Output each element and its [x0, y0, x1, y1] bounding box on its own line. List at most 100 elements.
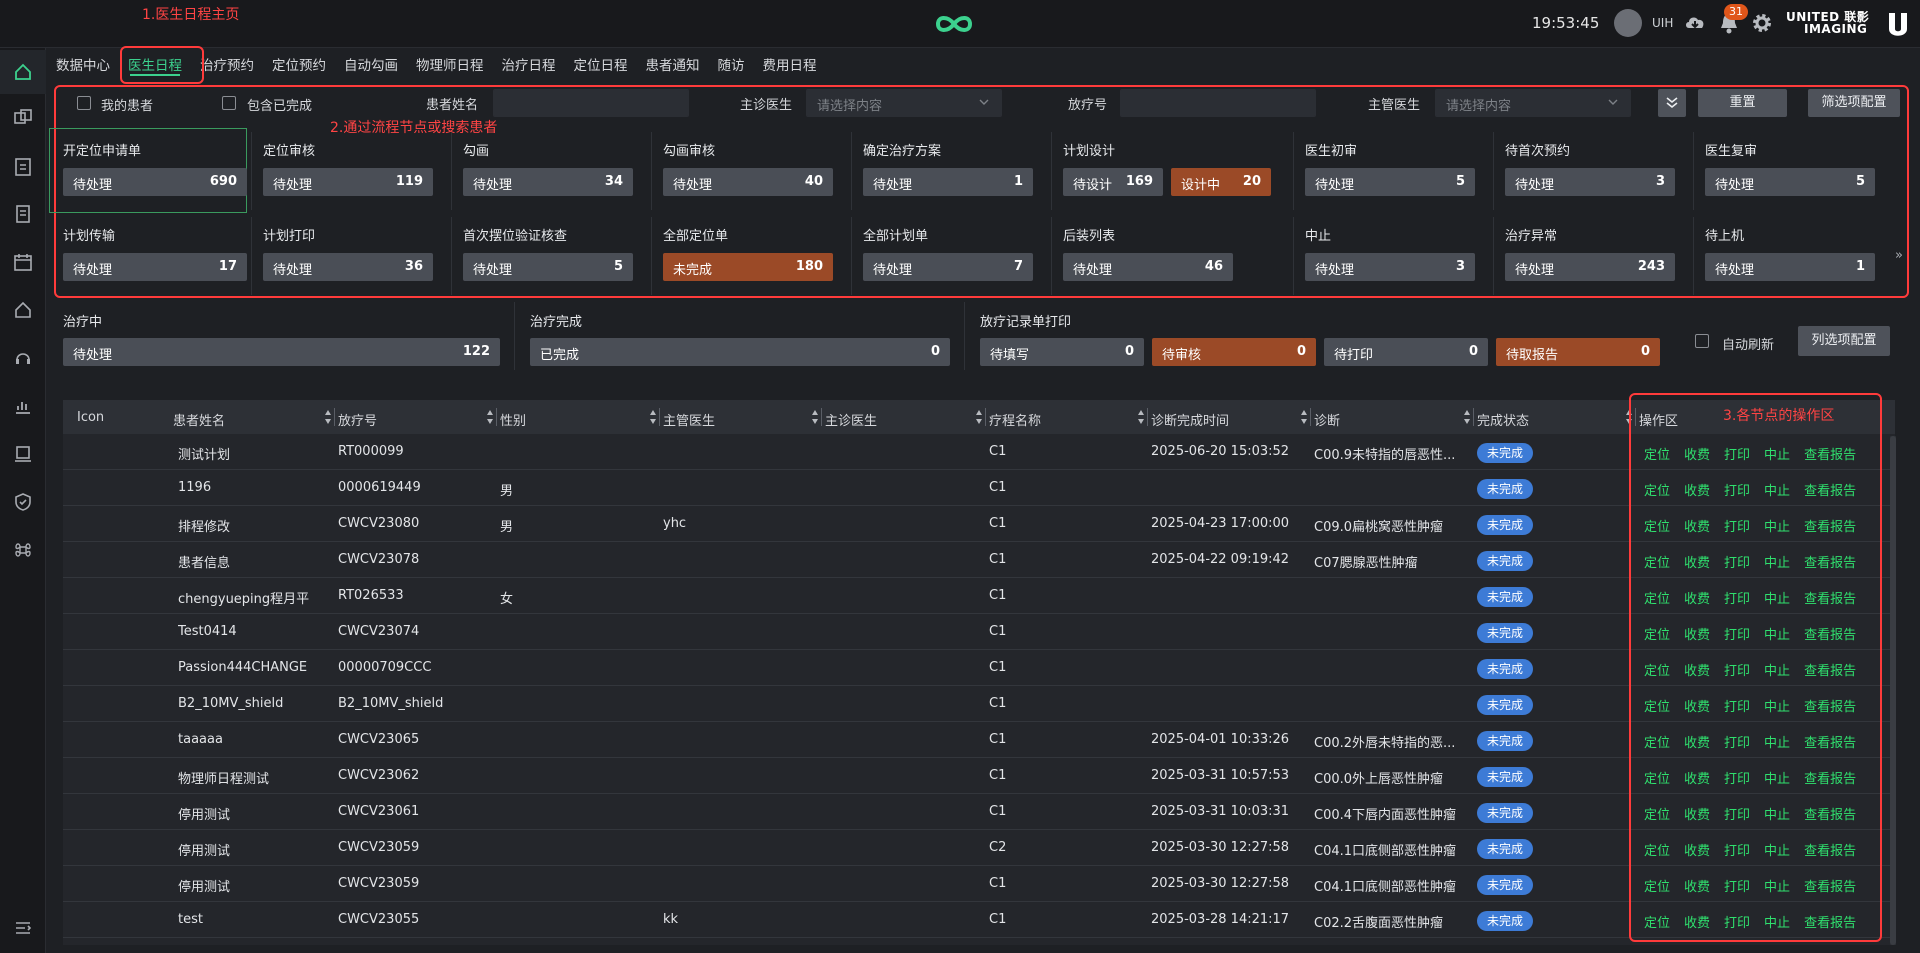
calendar-icon[interactable]: [13, 252, 33, 272]
column-divider[interactable]: [1310, 408, 1311, 426]
table-row[interactable]: 排程修改 CWCV23080 男 yhc C1 2025-04-23 17:00:00 C0…: [63, 506, 1895, 542]
stage-title: 治疗中: [63, 315, 103, 330]
sort-icon[interactable]: [324, 409, 332, 425]
headset-icon[interactable]: [13, 348, 33, 368]
tab-positioning-booking[interactable]: 定位预约: [262, 48, 334, 78]
table-row[interactable]: chengyueping程月平 RT026533 女 C1 未完成 定位 收费 打印 中止 查看报…: [63, 578, 1895, 614]
table-scrollbar[interactable]: [1890, 436, 1896, 945]
document-icon[interactable]: [13, 204, 33, 224]
column-header[interactable]: 放疗号: [338, 410, 377, 429]
column-header[interactable]: 性别: [500, 410, 526, 429]
stage-pill-button[interactable]: 待处理 7: [863, 253, 1033, 281]
column-header[interactable]: 主诊医生: [825, 410, 877, 429]
stage-pill-button[interactable]: 待处理 5: [1705, 168, 1875, 196]
cloud-download-icon[interactable]: [1684, 12, 1706, 34]
sort-icon[interactable]: [1137, 409, 1145, 425]
stage-pill-button[interactable]: 设计中 20: [1171, 168, 1271, 196]
tab-data-center[interactable]: 数据中心: [46, 48, 118, 78]
stage-pill-button[interactable]: 待设计 169: [1063, 168, 1163, 196]
column-header[interactable]: 诊断: [1314, 410, 1340, 429]
tab-patient-notice[interactable]: 患者通知: [636, 48, 708, 78]
stage-pill-button[interactable]: 待审核 0: [1152, 338, 1316, 366]
stage-pill-button[interactable]: 待处理 5: [463, 253, 633, 281]
command-icon[interactable]: [13, 540, 33, 560]
table-row[interactable]: 患者信息 CWCV23078 C1 2025-04-22 09:19:42 C07腮腺恶…: [63, 542, 1895, 578]
sort-icon[interactable]: [975, 409, 983, 425]
column-divider[interactable]: [985, 408, 986, 426]
auto-refresh-checkbox[interactable]: [1695, 334, 1709, 348]
gear-icon[interactable]: [1750, 11, 1774, 35]
table-row[interactable]: test CWCV23055 kk C1 2025-03-28 14:21:17 C02.…: [63, 902, 1895, 938]
avatar[interactable]: [1614, 9, 1642, 37]
stage-pill-button[interactable]: 待处理 243: [1505, 253, 1675, 281]
stage-pill-button[interactable]: 待处理 40: [663, 168, 833, 196]
expand-icon[interactable]: »: [1895, 248, 1903, 263]
column-header[interactable]: 疗程名称: [989, 410, 1041, 429]
column-divider[interactable]: [1473, 408, 1474, 426]
sort-icon[interactable]: [1300, 409, 1308, 425]
home-icon[interactable]: [0, 50, 46, 94]
stage-pill-button[interactable]: 待处理 46: [1063, 253, 1233, 281]
stage-pill-button[interactable]: 待处理 119: [263, 168, 433, 196]
column-config-button[interactable]: 列选项配置: [1798, 326, 1890, 356]
table-row[interactable]: 测试计划 RT000099 C1 2025-06-20 15:03:52 C00.9未特…: [63, 434, 1895, 470]
stage-pill-button[interactable]: 待处理 36: [263, 253, 433, 281]
stage-pill-button[interactable]: 待处理 1: [1705, 253, 1875, 281]
table-row[interactable]: Test0414 CWCV23074 C1 未完成 定位 收费 打印 中止 查看报告: [63, 614, 1895, 650]
stage-pill-button[interactable]: 待处理 122: [63, 338, 500, 366]
tab-followup[interactable]: 随访: [708, 48, 753, 78]
sort-icon[interactable]: [486, 409, 494, 425]
stage-pill-button[interactable]: 未完成 180: [663, 253, 833, 281]
stage-pill-button[interactable]: 待处理 34: [463, 168, 633, 196]
column-divider[interactable]: [659, 408, 660, 426]
table-row[interactable]: 物理师日程测试 CWCV23062 C1 2025-03-31 10:57:53 C00…: [63, 758, 1895, 794]
house-icon[interactable]: [13, 300, 33, 320]
tab-auto-contour[interactable]: 自动勾画: [334, 48, 406, 78]
stage-pill-button[interactable]: 待处理 690: [63, 168, 247, 196]
scrollbar-thumb[interactable]: [1890, 436, 1896, 945]
table-row[interactable]: 1196 0000619449 男 C1 未完成 定位 收费 打印 中止 查看报告: [63, 470, 1895, 506]
cell-sex: 女: [500, 592, 514, 607]
stage-divider: [1051, 132, 1052, 210]
table-row[interactable]: Passion444CHANGE 00000709CCC C1 未完成 定位 收费 打印 中止…: [63, 650, 1895, 686]
menu-collapse-icon[interactable]: [13, 918, 33, 938]
table-row[interactable]: 停用测试 CWCV23059 C1 2025-03-30 12:27:58 C04.1口…: [63, 866, 1895, 902]
stage-pill-button[interactable]: 待处理 5: [1305, 168, 1475, 196]
column-divider[interactable]: [1147, 408, 1148, 426]
table-row[interactable]: 停用测试 CWCV23061 C1 2025-03-31 10:03:31 C00.4下…: [63, 794, 1895, 830]
transfer-icon[interactable]: [13, 108, 33, 128]
shield-icon[interactable]: [13, 492, 33, 512]
clipboard-icon[interactable]: [13, 156, 33, 176]
column-header[interactable]: 诊断完成时间: [1151, 410, 1229, 429]
cell-diag: C04.1口底侧部恶性肿瘤: [1314, 880, 1457, 895]
stage-pill-button[interactable]: 待处理 3: [1305, 253, 1475, 281]
stage-pill-button[interactable]: 已完成 0: [530, 338, 950, 366]
sort-icon[interactable]: [811, 409, 819, 425]
stage-pill-button[interactable]: 待处理 17: [63, 253, 247, 281]
cell-rt: CWCV23059: [338, 840, 420, 855]
table-row[interactable]: B2_10MV_shield B2_10MV_shield C1 未完成 定位 收费 打印中…: [63, 686, 1895, 722]
tab-positioning-schedule[interactable]: 定位日程: [564, 48, 636, 78]
monitor-icon[interactable]: [13, 444, 33, 464]
stage-pill-button[interactable]: 待处理 3: [1505, 168, 1675, 196]
column-divider[interactable]: [334, 408, 335, 426]
column-header[interactable]: 主管医生: [663, 410, 715, 429]
stage-pill-button[interactable]: 待取报告 0: [1496, 338, 1660, 366]
sort-icon[interactable]: [649, 409, 657, 425]
column-header[interactable]: 患者姓名: [173, 410, 225, 429]
sort-icon[interactable]: [1463, 409, 1471, 425]
table-row[interactable]: taaaaa CWCV23065 C1 2025-04-01 10:33:26 C00.…: [63, 722, 1895, 758]
column-header[interactable]: 完成状态: [1477, 410, 1529, 429]
column-divider[interactable]: [496, 408, 497, 426]
stage-pill-count: 5: [1455, 174, 1465, 189]
tab-treatment-schedule[interactable]: 治疗日程: [492, 48, 564, 78]
chart-icon[interactable]: [13, 396, 33, 416]
tab-fee-schedule[interactable]: 费用日程: [753, 48, 825, 78]
tab-physicist-schedule[interactable]: 物理师日程: [406, 48, 492, 78]
stage-pill-button[interactable]: 待处理 1: [863, 168, 1033, 196]
stage-pill-button[interactable]: 待填写 0: [980, 338, 1144, 366]
user-name[interactable]: UIH: [1652, 16, 1673, 30]
column-divider[interactable]: [821, 408, 822, 426]
stage-pill-button[interactable]: 待打印 0: [1324, 338, 1488, 366]
table-row[interactable]: 停用测试 CWCV23059 C2 2025-03-30 12:27:58 C04.1口…: [63, 830, 1895, 866]
